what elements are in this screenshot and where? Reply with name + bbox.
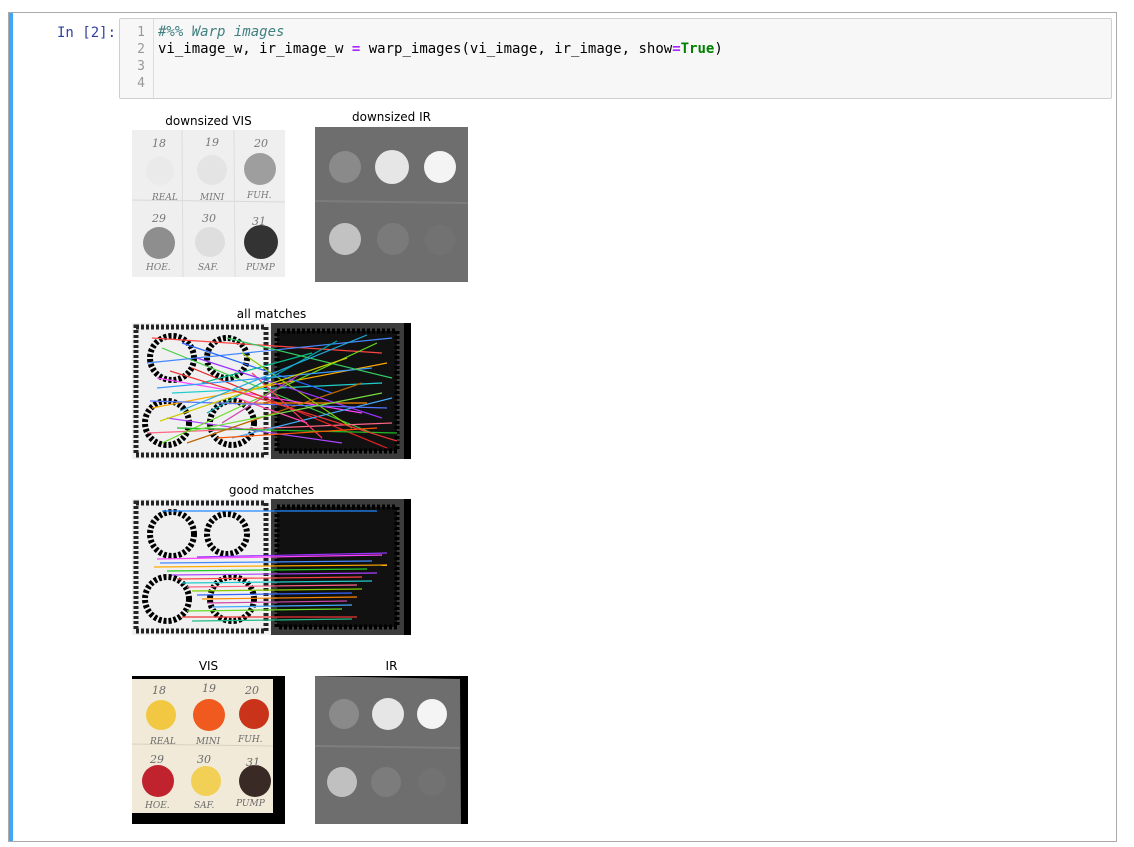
vis-label: FUH. — [237, 735, 263, 745]
vis-label: SAF. — [198, 263, 219, 273]
vis-label: 20 — [253, 137, 268, 150]
code-close-paren: ) — [714, 41, 723, 57]
vis-label: 30 — [202, 212, 216, 225]
vis-label: 31 — [252, 215, 266, 228]
vis-label: 18 — [152, 684, 166, 697]
code-assign-targets: vi_image_w, ir_image_w — [158, 41, 352, 57]
figure-title-downsized-ir: downsized IR — [352, 110, 431, 124]
vis-label: HOE. — [144, 801, 170, 811]
figure-title-all-matches: all matches — [236, 307, 307, 321]
code-line-1[interactable]: #%% Warp images — [158, 24, 284, 40]
vis-label: REAL — [149, 737, 176, 747]
vis-label: 20 — [244, 684, 259, 697]
figure-title-downsized-vis: downsized VIS — [165, 114, 252, 128]
line-number: 3 — [137, 59, 145, 74]
figure-title-ir: IR — [385, 659, 398, 673]
vis-label: HOE. — [145, 263, 171, 273]
vis-label: 19 — [202, 682, 216, 695]
code-comment: #%% Warp images — [158, 24, 285, 40]
all-matches-image — [132, 323, 411, 459]
code-editor[interactable]: 1 2 3 4 #%% Warp images vi_image_w, ir_i… — [119, 18, 1112, 99]
vis-label: FUH. — [246, 191, 272, 201]
line-number: 4 — [137, 76, 145, 91]
vis-label: PUMP — [245, 263, 276, 273]
vis-label: SAF. — [194, 801, 215, 811]
code-line-2[interactable]: vi_image_w, ir_image_w = warp_images(vi_… — [158, 41, 723, 57]
code-keyword-value: True — [680, 41, 715, 57]
vis-label: MINI — [199, 193, 225, 203]
vis-label: 19 — [205, 136, 219, 149]
vis-label: REAL — [151, 193, 178, 203]
code-kwarg-operator: = — [672, 41, 681, 57]
downsized-ir-image — [315, 127, 468, 282]
line-number: 2 — [137, 42, 145, 57]
vis-label: PUMP — [235, 799, 266, 809]
vis-label: 31 — [246, 756, 260, 769]
input-prompt: In [2]: — [57, 25, 117, 41]
figure-title-vis: VIS — [198, 659, 219, 673]
vis-label: 18 — [152, 137, 166, 150]
good-matches-image — [132, 499, 411, 635]
line-number-gutter: 1 2 3 4 — [120, 19, 154, 98]
code-call: warp_images(vi_image, ir_image, show — [360, 41, 673, 57]
vis-label: 29 — [149, 753, 164, 766]
line-number: 1 — [137, 25, 145, 40]
vis-label: MINI — [195, 737, 221, 747]
downsized-vis-image: 18 19 20 REAL MINI FUH. 29 30 31 HOE. SA… — [132, 130, 285, 277]
figure-title-good-matches: good matches — [228, 483, 315, 497]
vis-label: 29 — [151, 212, 166, 225]
ir-image — [315, 676, 468, 824]
vis-label: 30 — [197, 753, 211, 766]
vis-image: 18 19 20 REAL MINI FUH. 29 30 31 HOE. SA… — [132, 676, 285, 824]
